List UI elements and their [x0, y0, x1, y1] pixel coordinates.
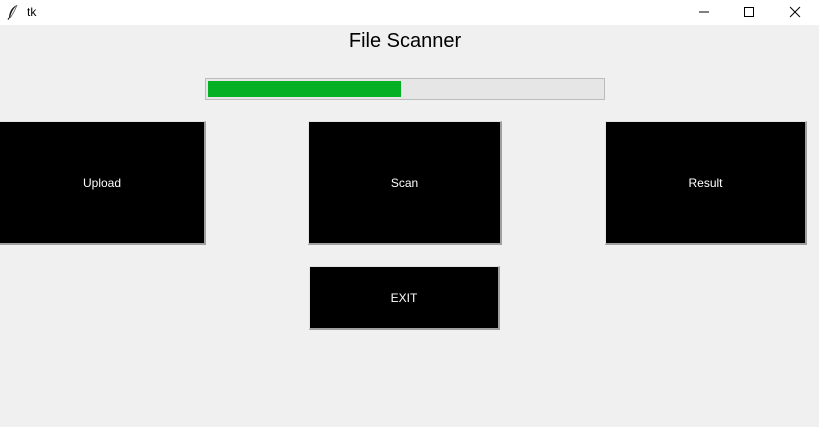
app-window: tk File Scanner Upload Scan Result EXIT: [0, 0, 819, 427]
close-button[interactable]: [772, 0, 818, 25]
minimize-button[interactable]: [681, 0, 727, 25]
minimize-icon: [698, 3, 710, 22]
progress-bar-fill: [208, 81, 401, 97]
title-bar[interactable]: tk: [0, 0, 819, 25]
exit-button[interactable]: EXIT: [309, 266, 500, 330]
result-button[interactable]: Result: [605, 121, 807, 245]
window-title: tk: [27, 5, 37, 19]
progress-bar: [205, 78, 605, 100]
feather-icon: [6, 4, 20, 20]
maximize-button[interactable]: [726, 0, 772, 25]
close-icon: [789, 3, 801, 22]
upload-button[interactable]: Upload: [0, 121, 206, 245]
scan-button[interactable]: Scan: [308, 121, 502, 245]
maximize-icon: [743, 3, 755, 22]
page-title: File Scanner: [348, 30, 462, 52]
